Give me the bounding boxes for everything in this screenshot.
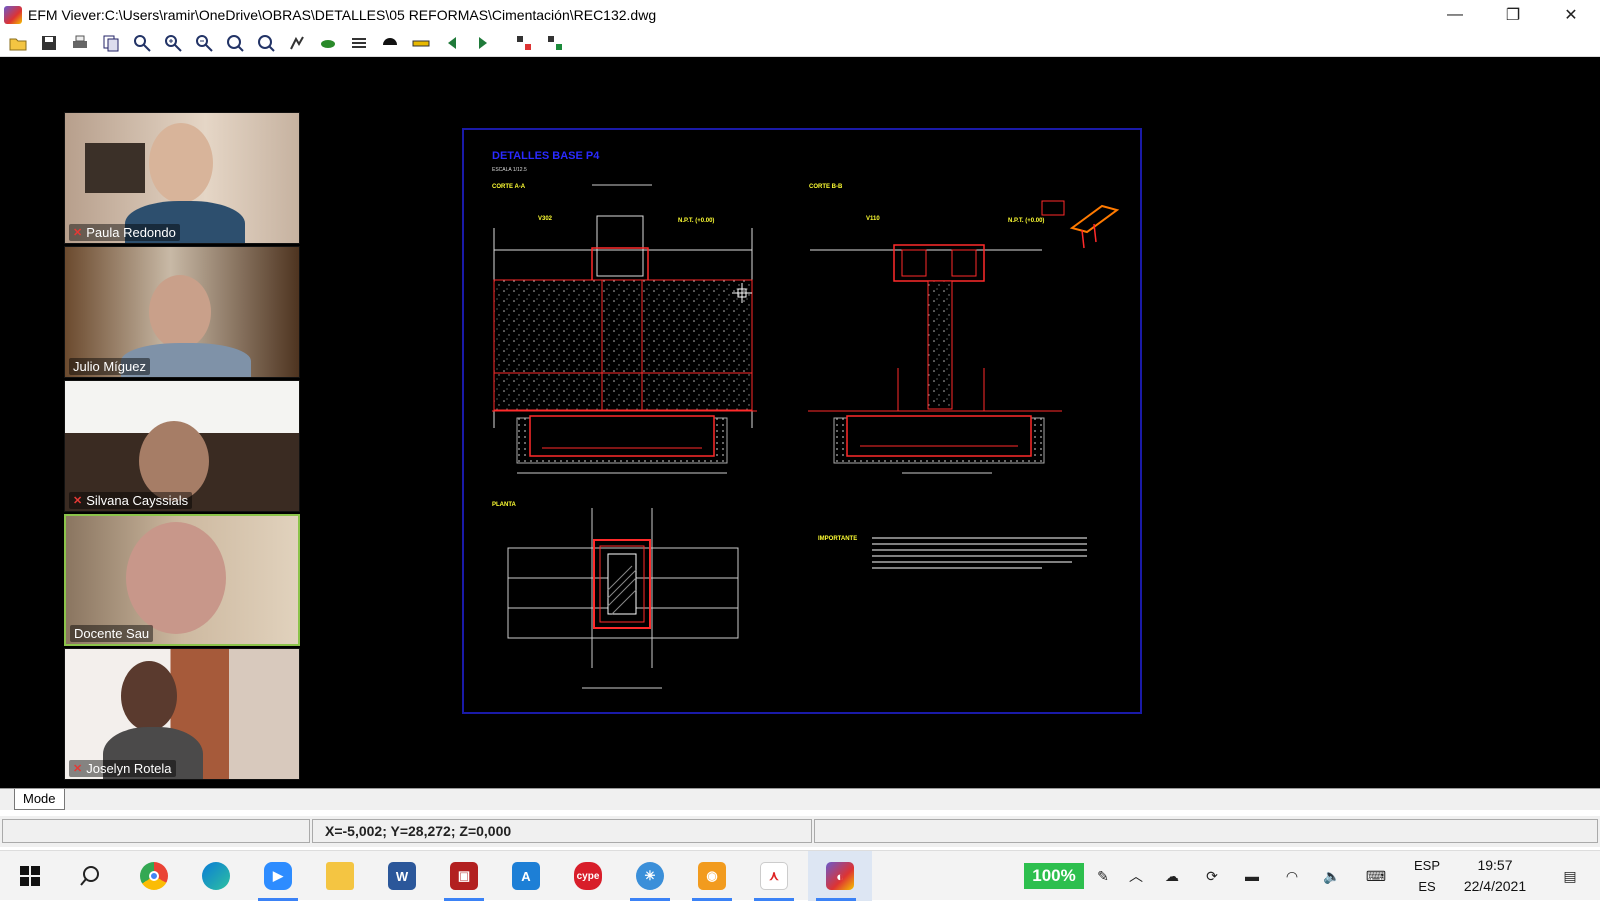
section-a-label: CORTE A-A xyxy=(492,184,526,190)
sync-icon[interactable]: ⟳ xyxy=(1196,851,1228,901)
zoom-previous-icon[interactable] xyxy=(252,31,280,55)
save-icon[interactable] xyxy=(35,31,63,55)
file-explorer-icon[interactable] xyxy=(312,851,368,901)
beam-b-label: V110 xyxy=(866,216,880,222)
participant-face xyxy=(126,522,226,634)
open-folder-icon[interactable] xyxy=(4,31,32,55)
export-icon[interactable] xyxy=(541,31,569,55)
participant-name-label: Julio Míguez xyxy=(69,358,150,375)
cype-icon[interactable]: cype xyxy=(560,851,616,901)
search-icon[interactable] xyxy=(62,851,118,901)
language-secondary: ES xyxy=(1418,879,1436,894)
participant-tile-joselyn[interactable]: ✕ Joselyn Rotela xyxy=(64,648,300,780)
pen-icon[interactable]: ✎ xyxy=(1090,851,1116,901)
participant-face xyxy=(149,123,213,203)
forward-arrow-icon[interactable] xyxy=(469,31,497,55)
restore-button[interactable]: ❐ xyxy=(1484,0,1542,30)
participant-tile-julio[interactable]: Julio Míguez xyxy=(64,246,300,378)
section-b-label: CORTE B-B xyxy=(809,184,843,190)
mode-tab[interactable]: Mode xyxy=(14,789,65,810)
close-button[interactable]: ✕ xyxy=(1542,0,1600,30)
minimize-button[interactable]: — xyxy=(1426,0,1484,30)
wall-picture xyxy=(85,143,145,193)
zoom-window-icon[interactable] xyxy=(128,31,156,55)
background-icon[interactable] xyxy=(376,31,404,55)
participant-name-label: ✕ Paula Redondo xyxy=(69,224,180,241)
zoom-level-indicator[interactable]: 100% xyxy=(1024,863,1084,889)
outlook-icon[interactable]: ◉ xyxy=(684,851,740,901)
status-cell-right xyxy=(814,819,1598,843)
language-primary: ESP xyxy=(1413,858,1440,873)
measure-icon[interactable] xyxy=(407,31,435,55)
zoom-icon[interactable]: ▶ xyxy=(250,851,306,901)
coordinates-readout: X=-5,002; Y=28,272; Z=0,000 xyxy=(312,819,812,843)
photo-viewer-icon[interactable]: ▣ xyxy=(436,851,492,901)
language-indicator[interactable]: ESP ES xyxy=(1410,855,1444,897)
wifi-icon[interactable]: ◠ xyxy=(1276,851,1308,901)
microphone-muted-icon: ✕ xyxy=(73,495,83,507)
notifications-icon[interactable]: ▤ xyxy=(1550,851,1590,901)
zoom-in-icon[interactable] xyxy=(159,31,187,55)
edge-icon[interactable] xyxy=(188,851,244,901)
microphone-muted-icon: ✕ xyxy=(73,227,83,239)
status-bar: X=-5,002; Y=28,272; Z=0,000 xyxy=(0,816,1600,847)
participant-tile-docente-sau[interactable]: Docente Sau xyxy=(64,514,300,646)
battery-icon[interactable]: ▬ xyxy=(1236,851,1268,901)
clock-date: 22/4/2021 xyxy=(1463,878,1527,894)
window-title: EFM Viever:C:\Users\ramir\OneDrive\OBRAS… xyxy=(28,7,657,23)
word-icon[interactable]: W xyxy=(374,851,430,901)
print-icon[interactable] xyxy=(66,31,94,55)
show-hidden-icons-chevron-icon[interactable]: ︿ xyxy=(1120,851,1152,901)
autodesk-icon[interactable]: A xyxy=(498,851,554,901)
acrobat-icon[interactable]: ⋏ xyxy=(746,851,802,901)
settings-globe-icon[interactable]: ✳ xyxy=(622,851,678,901)
title-bar: EFM Viever:C:\Users\ramir\OneDrive\OBRAS… xyxy=(0,0,1600,30)
participant-tile-paula[interactable]: ✕ Paula Redondo xyxy=(64,112,300,244)
participant-name-label: ✕ Silvana Cayssials xyxy=(69,492,193,509)
mode-tab-bar: Mode xyxy=(0,788,1600,810)
drawing-scale: ESCALA 1/12.5 xyxy=(492,167,527,173)
microphone-muted-icon: ✕ xyxy=(73,763,83,775)
beam-a-label: V302 xyxy=(538,216,553,222)
compare-icon[interactable] xyxy=(510,31,538,55)
main-toolbar xyxy=(0,30,1600,57)
cad-drawing-sheet[interactable]: DETALLES BASE P4 ESCALA 1/12.5 CORTE A-A… xyxy=(462,128,1142,714)
windows-taskbar: ▶ W ▣ A cype ✳ ◉ ⋏ ◐ 100% ✎ ︿ ☁ ⟳ ▬ ◠ 🔈 … xyxy=(0,850,1600,901)
zoom-extents-icon[interactable] xyxy=(221,31,249,55)
participant-name-label: Docente Sau xyxy=(70,625,154,642)
volume-icon[interactable]: 🔈 xyxy=(1316,851,1348,901)
layer-list-icon[interactable] xyxy=(345,31,373,55)
drawing-title: DETALLES BASE P4 xyxy=(492,150,600,162)
window-controls: — ❐ ✕ xyxy=(1426,0,1600,30)
participant-face xyxy=(121,661,177,731)
clock-time: 19:57 xyxy=(1477,857,1513,873)
copy-icon[interactable] xyxy=(97,31,125,55)
system-clock[interactable]: 19:57 22/4/2021 xyxy=(1450,855,1540,897)
keyboard-icon[interactable]: ⌨ xyxy=(1356,851,1396,901)
cad-drawing-svg: DETALLES BASE P4 ESCALA 1/12.5 CORTE A-A… xyxy=(462,128,1142,714)
plan-label: PLANTA xyxy=(492,502,517,508)
participant-face xyxy=(139,421,209,501)
participant-face xyxy=(149,275,211,349)
layers-icon[interactable] xyxy=(314,31,342,55)
npt-a-label: N.P.T. (+0.00) xyxy=(678,218,714,224)
chrome-icon[interactable] xyxy=(126,851,182,901)
participant-tile-silvana[interactable]: ✕ Silvana Cayssials xyxy=(64,380,300,512)
important-note-title: IMPORTANTE xyxy=(818,536,857,542)
efm-viewer-app-icon xyxy=(4,6,22,24)
zoom-out-icon[interactable] xyxy=(190,31,218,55)
status-cell-left xyxy=(2,819,310,843)
windows-start-icon[interactable] xyxy=(2,851,58,901)
video-participants-panel: ✕ Paula Redondo Julio Míguez ✕ Silvana Cay… xyxy=(64,112,300,782)
npt-b-label: N.P.T. (+0.00) xyxy=(1008,218,1044,224)
onedrive-cloud-icon[interactable]: ☁ xyxy=(1156,851,1188,901)
efm-viewer-icon[interactable]: ◐ xyxy=(808,851,872,901)
back-arrow-icon[interactable] xyxy=(438,31,466,55)
participant-name-label: ✕ Joselyn Rotela xyxy=(69,760,176,777)
pan-icon[interactable] xyxy=(283,31,311,55)
